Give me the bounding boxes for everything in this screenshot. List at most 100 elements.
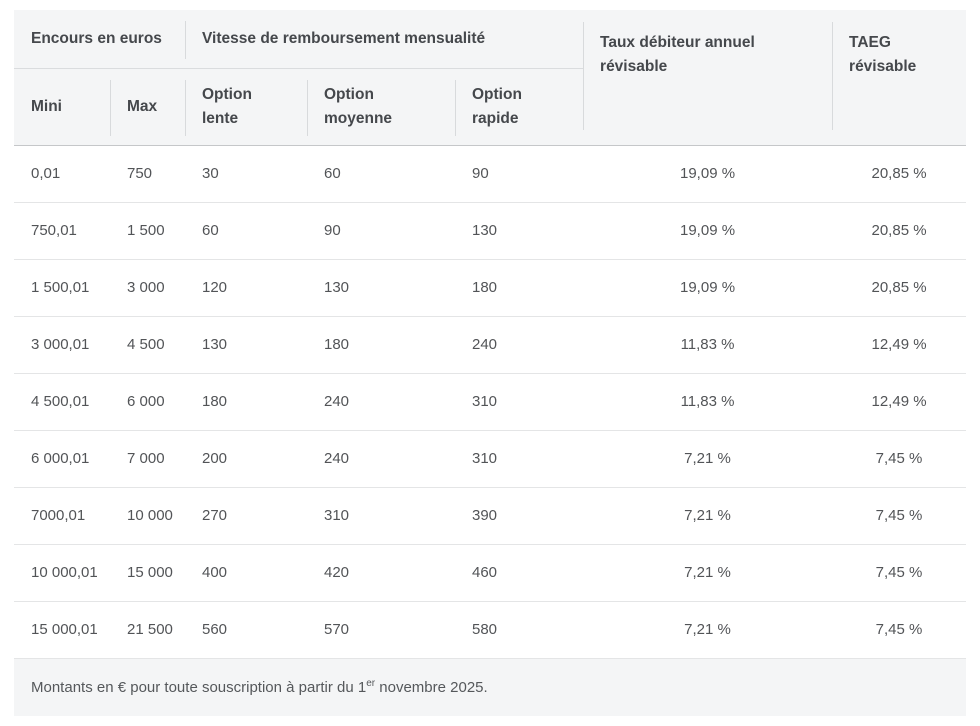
column-group-vitesse-label: Vitesse de remboursement mensualité [202,30,485,47]
table-cell: 310 [455,373,583,430]
table-cell: 180 [185,373,307,430]
table-cell: 580 [455,601,583,658]
column-header-option-rapide-label: Option rapide [472,83,552,131]
table-cell: 11,83 % [583,373,832,430]
table-cell: 0,01 [14,145,110,202]
table-cell: 90 [307,202,455,259]
column-header-max-label: Max [127,98,157,115]
column-header-option-lente-label: Option lente [202,83,282,131]
table-row: 15 000,0121 5005605705807,21 %7,45 % [14,601,966,658]
table-cell: 1 500 [110,202,185,259]
table-cell: 3 000 [110,259,185,316]
table-cell: 240 [307,430,455,487]
table-cell: 7000,01 [14,487,110,544]
table-cell: 1 500,01 [14,259,110,316]
table-cell: 20,85 % [832,145,966,202]
table-cell: 19,09 % [583,202,832,259]
column-header-option-lente: Option lente [185,68,307,145]
table-cell: 310 [307,487,455,544]
table-cell: 4 500,01 [14,373,110,430]
table-cell: 15 000 [110,544,185,601]
table-cell: 750 [110,145,185,202]
table-body: 0,0175030609019,09 %20,85 %750,011 50060… [14,145,966,658]
table-cell: 420 [307,544,455,601]
table-cell: 4 500 [110,316,185,373]
column-header-taeg: TAEG révisable [832,10,966,145]
table-cell: 310 [455,430,583,487]
table-row: 7000,0110 0002703103907,21 %7,45 % [14,487,966,544]
table-cell: 120 [185,259,307,316]
table-cell: 130 [455,202,583,259]
table-cell: 6 000,01 [14,430,110,487]
table-cell: 240 [455,316,583,373]
table-row: 4 500,016 00018024031011,83 %12,49 % [14,373,966,430]
column-header-mini-label: Mini [31,98,62,115]
table-cell: 12,49 % [832,373,966,430]
table-cell: 750,01 [14,202,110,259]
table-cell: 90 [455,145,583,202]
table-cell: 570 [307,601,455,658]
table-cell: 7,45 % [832,487,966,544]
column-group-encours: Encours en euros [14,10,185,68]
column-group-vitesse: Vitesse de remboursement mensualité [185,10,583,68]
table-cell: 11,83 % [583,316,832,373]
table-cell: 7,21 % [583,487,832,544]
rates-table: Encours en euros Vitesse de remboursemen… [14,10,966,659]
column-group-encours-label: Encours en euros [31,30,162,47]
column-header-option-moyenne: Option moyenne [307,68,455,145]
table-row: 0,0175030609019,09 %20,85 % [14,145,966,202]
table-cell: 12,49 % [832,316,966,373]
column-header-taeg-label: TAEG révisable [849,31,929,79]
footnote-suffix: novembre 2025. [375,679,488,696]
column-header-mini: Mini [14,68,110,145]
table-cell: 10 000 [110,487,185,544]
column-header-option-moyenne-label: Option moyenne [324,83,404,131]
table-cell: 10 000,01 [14,544,110,601]
table-row: 6 000,017 0002002403107,21 %7,45 % [14,430,966,487]
table-row: 1 500,013 00012013018019,09 %20,85 % [14,259,966,316]
table-cell: 130 [185,316,307,373]
table-cell: 30 [185,145,307,202]
table-cell: 3 000,01 [14,316,110,373]
column-header-max: Max [110,68,185,145]
table-cell: 15 000,01 [14,601,110,658]
table-footnote: Montants en € pour toute souscription à … [14,659,966,716]
table-cell: 20,85 % [832,202,966,259]
column-header-taux-debiteur: Taux débiteur annuel révisable [583,10,832,145]
table-cell: 19,09 % [583,145,832,202]
footnote-text: Montants en € pour toute souscription à … [31,679,488,696]
table-cell: 240 [307,373,455,430]
table-cell: 560 [185,601,307,658]
column-header-taux-debiteur-label: Taux débiteur annuel révisable [600,31,775,79]
table-cell: 7 000 [110,430,185,487]
footnote-prefix: Montants en € pour toute souscription à … [31,679,366,696]
rates-table-container: Encours en euros Vitesse de remboursemen… [14,10,966,716]
table-row: 10 000,0115 0004004204607,21 %7,45 % [14,544,966,601]
table-header: Encours en euros Vitesse de remboursemen… [14,10,966,145]
table-cell: 400 [185,544,307,601]
table-cell: 130 [307,259,455,316]
table-row: 3 000,014 50013018024011,83 %12,49 % [14,316,966,373]
table-cell: 180 [307,316,455,373]
table-cell: 270 [185,487,307,544]
table-cell: 390 [455,487,583,544]
table-cell: 60 [185,202,307,259]
table-cell: 6 000 [110,373,185,430]
table-cell: 7,21 % [583,544,832,601]
table-cell: 7,45 % [832,544,966,601]
footnote-superscript: er [366,678,375,689]
table-cell: 7,45 % [832,601,966,658]
table-cell: 200 [185,430,307,487]
table-cell: 60 [307,145,455,202]
table-cell: 7,21 % [583,601,832,658]
column-header-option-rapide: Option rapide [455,68,583,145]
table-cell: 21 500 [110,601,185,658]
group-header-row: Encours en euros Vitesse de remboursemen… [14,10,966,68]
table-cell: 7,21 % [583,430,832,487]
table-row: 750,011 500609013019,09 %20,85 % [14,202,966,259]
table-cell: 180 [455,259,583,316]
table-cell: 19,09 % [583,259,832,316]
table-cell: 20,85 % [832,259,966,316]
table-cell: 7,45 % [832,430,966,487]
table-cell: 460 [455,544,583,601]
